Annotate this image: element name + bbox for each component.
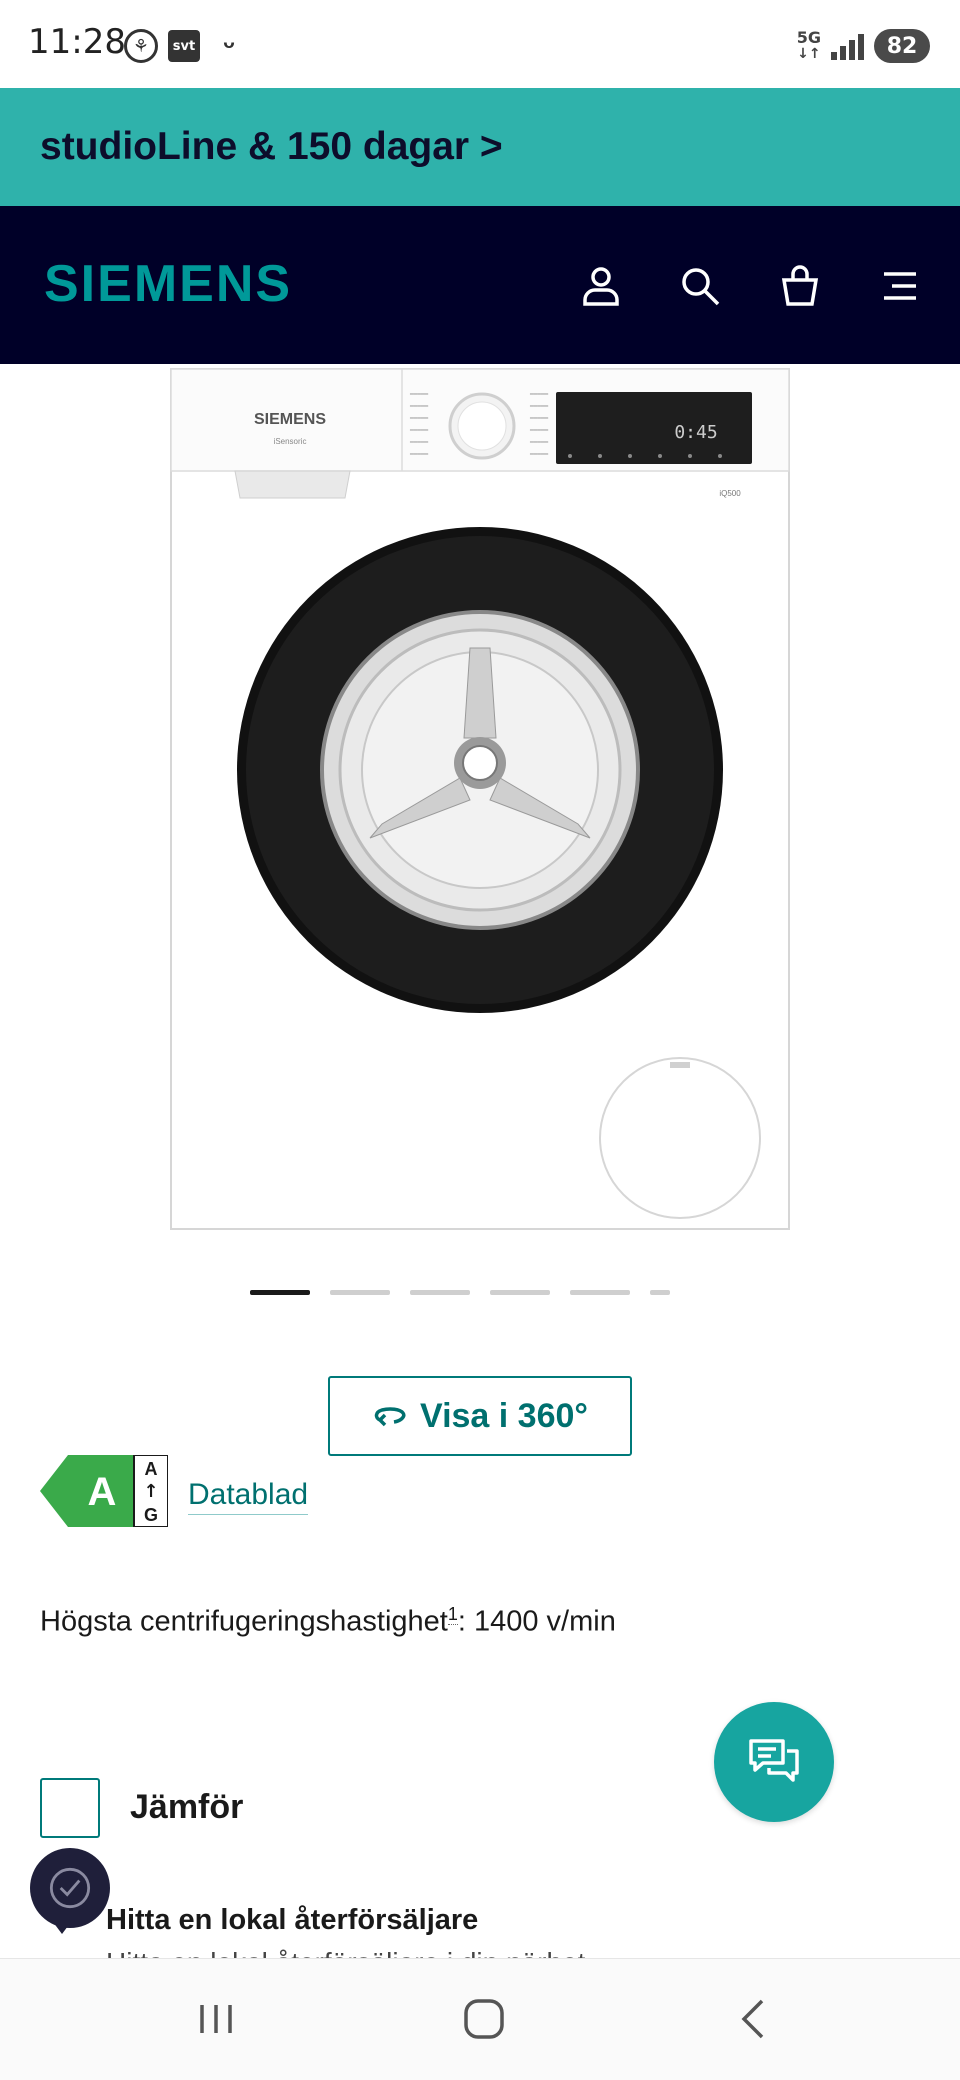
energy-class: A (88, 1470, 117, 1514)
system-navigation-bar (0, 1958, 960, 2080)
carousel-dot[interactable] (490, 1290, 550, 1295)
image-sub-text: iSensoric (274, 437, 307, 446)
dealer-title[interactable]: Hitta en lokal återförsäljare (106, 1904, 478, 1937)
image-display-time: 0:45 (674, 422, 717, 443)
datasheet-link[interactable]: Datablad (188, 1478, 309, 1515)
tv4-icon: ᵕ (223, 30, 235, 61)
trust-badge[interactable] (30, 1848, 110, 1928)
energy-scale-top: A (145, 1459, 158, 1479)
svg-text:━━━━━: ━━━━━ (409, 403, 428, 410)
carousel-dot[interactable] (330, 1290, 390, 1295)
spin-speed-footnote[interactable]: 1 (447, 1604, 458, 1625)
rotate-360-icon (374, 1407, 406, 1427)
image-brand-text: SIEMENS (254, 411, 326, 428)
account-icon[interactable] (571, 256, 631, 316)
status-notification-icons: ⚘ svt ᵕ (124, 28, 248, 64)
compare-checkbox[interactable] (40, 1778, 100, 1838)
promo-text: studioLine & 150 dagar > (40, 125, 503, 168)
energy-class-label[interactable]: A A ↑ G (40, 1455, 168, 1527)
search-icon[interactable] (670, 256, 730, 316)
carousel-dot[interactable] (570, 1290, 630, 1295)
spin-speed-label: Högsta centrifugeringshastighet (40, 1605, 448, 1638)
svg-text:━━━━━: ━━━━━ (409, 439, 428, 446)
view-360-label: Visa i 360° (420, 1396, 588, 1435)
basket-icon[interactable] (770, 256, 830, 316)
product-image[interactable]: SIEMENS iSensoric ━━━━━ ━━━━━ ━━━━━ ━━━━━ ━… (170, 368, 790, 1230)
promo-banner[interactable]: studioLine & 150 dagar > (0, 88, 960, 206)
svg-text:━━━━━: ━━━━━ (529, 439, 548, 446)
svg-text:━━━━━: ━━━━━ (409, 415, 428, 422)
compare-label[interactable]: Jämför (130, 1788, 243, 1827)
home-icon (464, 1999, 504, 2039)
brand-logo[interactable]: SIEMENS (44, 254, 292, 314)
chat-button[interactable] (714, 1702, 834, 1822)
svg-text:━━━━━: ━━━━━ (529, 451, 548, 458)
image-model-text: iQ500 (719, 489, 741, 498)
carousel-dot[interactable] (410, 1290, 470, 1295)
network-icon: 5G ↓↑ (796, 28, 821, 63)
energy-scale-bottom: G (144, 1505, 158, 1525)
back-icon (741, 1999, 764, 2039)
chat-icon (749, 1739, 799, 1782)
battery-indicator: 82 (874, 29, 930, 63)
svg-text:━━━━━: ━━━━━ (409, 391, 428, 398)
menu-icon[interactable] (870, 256, 930, 316)
status-system-icons: 5G ↓↑ 82 (797, 28, 930, 64)
view-360-button[interactable]: Visa i 360° (328, 1376, 632, 1456)
home-button[interactable] (444, 1987, 524, 2051)
spin-speed-spec: Högsta centrifugeringshastighet1: 1400 v… (40, 1604, 616, 1639)
spin-speed-value: : 1400 v/min (457, 1605, 616, 1638)
recent-apps-button[interactable] (176, 1987, 256, 2051)
svg-text:━━━━━: ━━━━━ (529, 427, 548, 434)
leaf-icon: ⚘ (124, 29, 158, 63)
svg-text:━━━━━: ━━━━━ (529, 415, 548, 422)
check-shield-icon (49, 1867, 91, 1909)
site-header: SIEMENS (0, 206, 960, 364)
svt-icon: svt (168, 30, 200, 62)
image-carousel-dots (250, 1290, 670, 1295)
status-time: 11:28 (28, 22, 126, 62)
svg-text:━━━━━: ━━━━━ (409, 451, 428, 458)
carousel-dot[interactable] (650, 1290, 670, 1295)
trust-badge-pointer (50, 1918, 74, 1934)
back-button[interactable] (714, 1987, 794, 2051)
svg-text:━━━━━: ━━━━━ (409, 427, 428, 434)
svg-text:━━━━━: ━━━━━ (529, 391, 548, 398)
svg-text:━━━━━: ━━━━━ (529, 403, 548, 410)
signal-icon (831, 32, 864, 60)
recent-apps-icon (200, 2005, 232, 2033)
network-label: 5G (796, 28, 821, 47)
status-bar: 11:28 ⚘ svt ᵕ 5G ↓↑ 82 (0, 0, 960, 88)
svg-text:↑: ↑ (143, 1481, 158, 1502)
carousel-dot[interactable] (250, 1290, 310, 1295)
